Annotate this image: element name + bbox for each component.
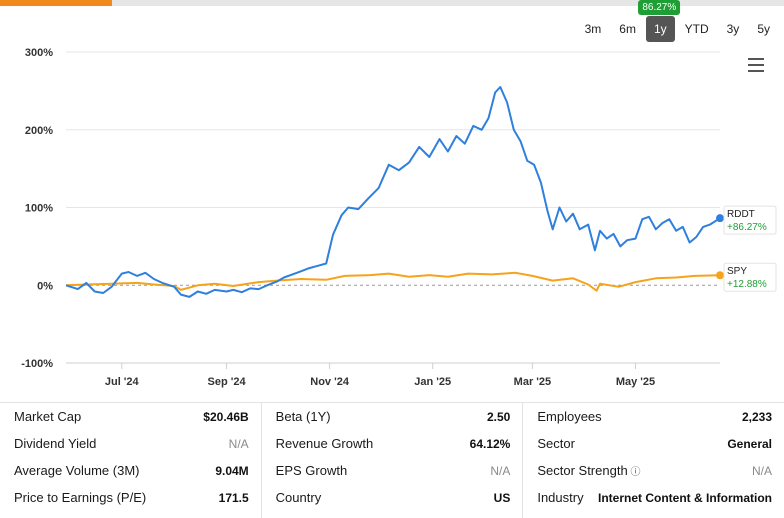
stat-value: 9.04M bbox=[215, 463, 249, 478]
stat-label: Sector bbox=[537, 436, 575, 451]
series-change-label: +86.27% bbox=[727, 222, 767, 233]
stat-row: Country US bbox=[276, 484, 511, 511]
stat-label: Employees bbox=[537, 409, 601, 424]
stat-value: 64.12% bbox=[469, 436, 511, 451]
series-endpoint-rddt bbox=[716, 214, 724, 223]
stat-label-text: Sector Strength bbox=[537, 463, 628, 478]
series-name-label: SPY bbox=[727, 266, 747, 277]
series-change-label: +12.88% bbox=[727, 279, 767, 290]
y-tick-label: 0% bbox=[37, 280, 53, 292]
x-tick-label: Nov '24 bbox=[310, 376, 350, 388]
stats-column-2: Beta (1Y) 2.50 Revenue Growth 64.12% EPS Gro… bbox=[262, 403, 524, 518]
y-tick-label: -100% bbox=[21, 358, 53, 370]
stat-value: 2.50 bbox=[486, 409, 511, 424]
stat-label-text: Beta (1Y) bbox=[275, 409, 331, 424]
y-tick-label: 100% bbox=[25, 203, 53, 215]
stat-label: EPS Growth bbox=[276, 463, 348, 478]
stat-label-text: Revenue Growth bbox=[275, 436, 374, 451]
x-tick-label: May '25 bbox=[616, 376, 655, 388]
x-tick-label: Jul '24 bbox=[105, 376, 140, 388]
stats-panel: Market Cap $20.46B Dividend Yield N/A Averag… bbox=[0, 402, 784, 518]
stat-row: Market Cap $20.46B bbox=[14, 403, 249, 430]
stat-row: Price to Earnings (P/E) 171.5 bbox=[14, 484, 249, 511]
stat-value: Internet Content & Information bbox=[598, 490, 773, 505]
x-tick-label: Jan '25 bbox=[414, 376, 451, 388]
stat-label-text: Average Volume (3M) bbox=[14, 463, 140, 478]
stat-label: Price to Earnings (P/E) bbox=[14, 490, 146, 505]
stat-value: General bbox=[727, 436, 773, 451]
stat-label: Average Volume (3M) bbox=[14, 463, 140, 478]
stat-label-text: EPS Growth bbox=[275, 463, 348, 478]
series-endpoint-spy bbox=[716, 271, 724, 280]
stat-row: Sector General bbox=[537, 430, 772, 457]
stat-label: Sector Strength ⓘ bbox=[537, 463, 640, 478]
stat-label: Country bbox=[276, 490, 322, 505]
series-name-label: RDDT bbox=[727, 209, 755, 220]
stat-row: Sector Strength ⓘ N/A bbox=[537, 457, 772, 484]
stat-row: Industry Internet Content & Information bbox=[537, 484, 772, 511]
stat-label-text: Employees bbox=[537, 409, 602, 424]
stat-label-text: Dividend Yield bbox=[14, 436, 97, 451]
stat-label: Beta (1Y) bbox=[276, 409, 331, 424]
series-line-spy bbox=[65, 271, 721, 292]
stat-value: N/A bbox=[490, 463, 511, 478]
stat-row: Revenue Growth 64.12% bbox=[276, 430, 511, 457]
stat-label-text: Market Cap bbox=[14, 409, 82, 424]
stat-label: Revenue Growth bbox=[276, 436, 374, 451]
stat-row: Average Volume (3M) 9.04M bbox=[14, 457, 249, 484]
stat-value: 2,233 bbox=[741, 409, 773, 424]
x-tick-label: Sep '24 bbox=[207, 376, 246, 388]
stat-value: US bbox=[493, 490, 511, 505]
y-tick-label: 200% bbox=[25, 125, 53, 137]
stat-label-text: Industry bbox=[537, 490, 584, 505]
stat-label-text: Sector bbox=[537, 436, 575, 451]
stat-value: N/A bbox=[228, 436, 249, 451]
x-tick-label: Mar '25 bbox=[514, 376, 551, 388]
stat-value: N/A bbox=[752, 463, 773, 478]
info-icon[interactable]: ⓘ bbox=[628, 467, 640, 478]
stat-label: Dividend Yield bbox=[14, 436, 96, 451]
stat-value: 171.5 bbox=[218, 490, 249, 505]
stat-value: $20.46B bbox=[203, 409, 249, 424]
stat-row: Beta (1Y) 2.50 bbox=[276, 403, 511, 430]
stat-label-text: Price to Earnings (P/E) bbox=[14, 490, 147, 505]
stat-label-text: Country bbox=[275, 490, 322, 505]
stat-row: EPS Growth N/A bbox=[276, 457, 511, 484]
stat-label: Industry bbox=[537, 490, 583, 505]
stats-column-1: Market Cap $20.46B Dividend Yield N/A Averag… bbox=[0, 403, 262, 518]
stats-column-3: Employees 2,233 Sector General Sector Streng… bbox=[523, 403, 784, 518]
performance-chart: 300% 200% 100% 0% -100% Jul '24 Sep '24 Nov '24… bbox=[21, 47, 777, 388]
stat-label: Market Cap bbox=[14, 409, 81, 424]
stat-row: Dividend Yield N/A bbox=[14, 430, 249, 457]
series-line-rddt bbox=[65, 86, 721, 298]
y-tick-label: 300% bbox=[25, 47, 53, 59]
stat-row: Employees 2,233 bbox=[537, 403, 772, 430]
